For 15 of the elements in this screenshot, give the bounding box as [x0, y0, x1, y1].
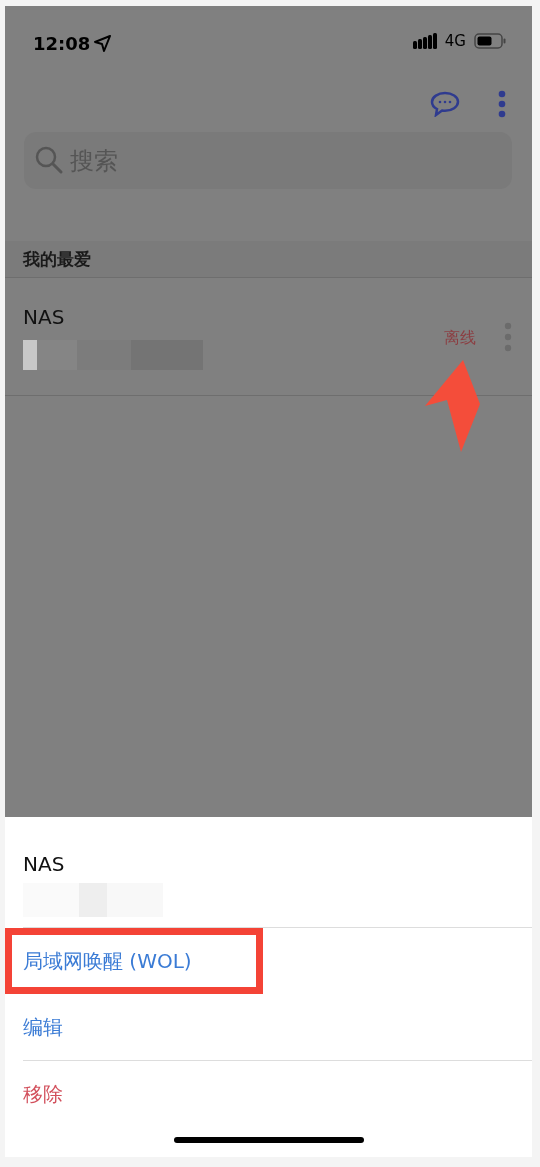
more-icon[interactable]	[498, 90, 506, 118]
status-label: 离线	[444, 327, 476, 349]
menu-item[interactable]: 局域网唤醒 (WOL)	[5, 928, 263, 994]
menu-item[interactable]: 移除	[23, 1061, 532, 1127]
device-name: NAS	[23, 304, 66, 331]
search-icon	[34, 145, 64, 175]
battery-icon	[474, 33, 506, 50]
section-header: 我的最爱	[5, 241, 532, 278]
chat-icon[interactable]	[430, 91, 460, 117]
menu-item[interactable]: 编辑	[23, 994, 532, 1061]
network-label: 4G	[444, 31, 466, 52]
status-time: 12:08	[33, 32, 91, 56]
device-name: NAS	[23, 851, 66, 878]
signal-icon	[412, 33, 437, 50]
location-icon	[94, 35, 112, 52]
